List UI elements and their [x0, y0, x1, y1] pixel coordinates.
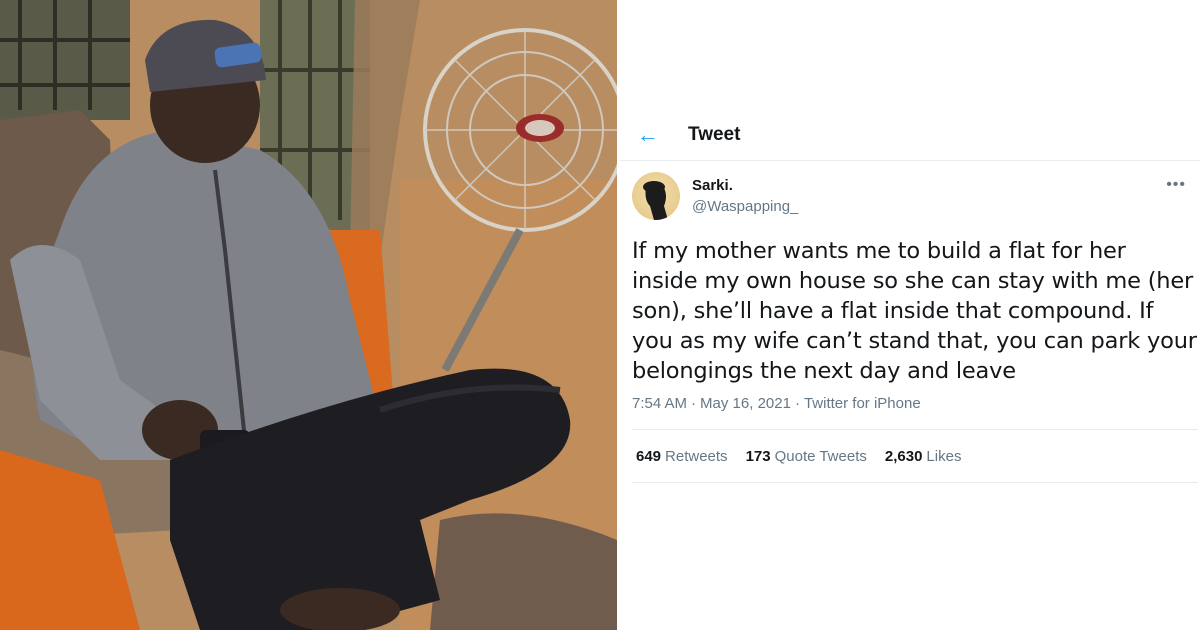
likes-count: 2,630: [884, 448, 923, 465]
tweet-panel: ← Tweet Sarki. @Waspapping_ ••• If my mo…: [620, 0, 1200, 630]
avatar-silhouette-icon: [643, 181, 668, 220]
meta-separator: ·: [691, 395, 697, 412]
retweets-label: Retweets: [665, 448, 728, 465]
quote-tweets-label: Quote Tweets: [774, 448, 867, 465]
divider-line: [632, 482, 1198, 483]
meta-separator: ·: [794, 395, 800, 412]
quote-tweets-stat[interactable]: 173 Quote Tweets: [746, 448, 867, 465]
likes-stat[interactable]: 2,630 Likes: [885, 448, 962, 465]
tweet-header: ← Tweet: [620, 110, 1200, 161]
tweet-author: Sarki. @Waspapping_ •••: [632, 172, 1192, 224]
tweet-stats: 649 Retweets 173 Quote Tweets 2,630 Likes: [636, 448, 961, 465]
composite-image: ← Tweet Sarki. @Waspapping_ ••• If my mo…: [0, 0, 1200, 630]
author-name[interactable]: Sarki.: [692, 177, 733, 194]
avatar[interactable]: [632, 172, 680, 220]
tweet-meta: 7:54 AM · May 16, 2021 · Twitter for iPhone: [632, 395, 921, 412]
retweets-count: 649: [636, 448, 662, 465]
tweet-date[interactable]: May 16, 2021: [700, 395, 791, 412]
arrow-left-icon: ←: [637, 122, 659, 147]
more-horizontal-icon: •••: [1166, 176, 1186, 193]
page-title: Tweet: [688, 124, 741, 145]
divider-line: [632, 429, 1198, 430]
tweet-source[interactable]: Twitter for iPhone: [804, 395, 921, 412]
tweet-time[interactable]: 7:54 AM: [632, 395, 687, 412]
author-handle[interactable]: @Waspapping_: [692, 198, 798, 215]
photo-illustration: [0, 0, 617, 630]
more-options-button[interactable]: •••: [1166, 176, 1186, 194]
quote-tweets-count: 173: [745, 448, 771, 465]
tweet-text: If my mother wants me to build a flat fo…: [632, 238, 1197, 384]
photo-man-seated-by-fan: [0, 0, 617, 630]
retweets-stat[interactable]: 649 Retweets: [636, 448, 728, 465]
likes-label: Likes: [926, 448, 962, 465]
back-button[interactable]: ←: [634, 122, 662, 148]
